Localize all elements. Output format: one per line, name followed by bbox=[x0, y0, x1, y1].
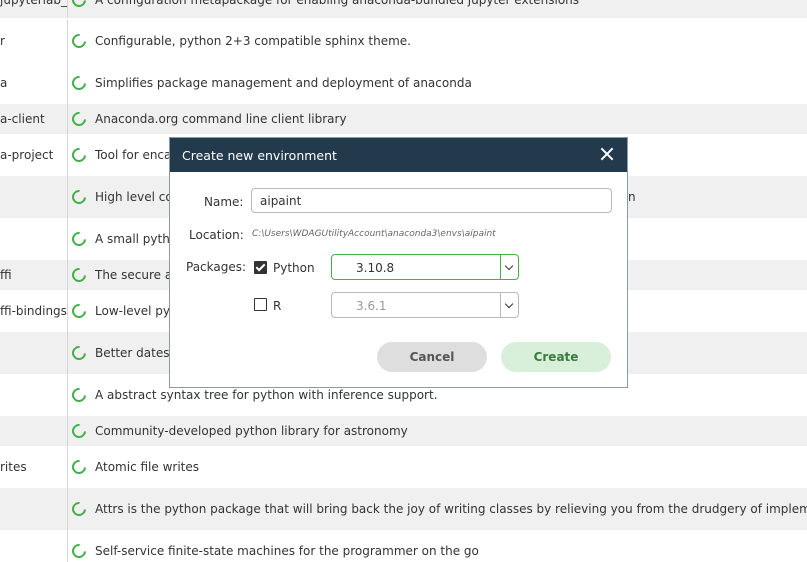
install-status-icon[interactable] bbox=[69, 229, 89, 249]
package-description: A configuration metapackage for enabling… bbox=[95, 0, 580, 7]
package-description: Better dates bbox=[95, 346, 170, 360]
chevron-down-icon bbox=[500, 293, 518, 317]
install-status-icon[interactable] bbox=[69, 31, 89, 51]
package-description: Low-level py bbox=[95, 304, 171, 318]
create-button[interactable]: Create bbox=[501, 342, 611, 372]
install-status-icon[interactable] bbox=[69, 187, 89, 207]
r-version-value: 3.6.1 bbox=[356, 299, 387, 313]
packages-label: Packages: bbox=[186, 260, 247, 274]
install-status-icon[interactable] bbox=[69, 343, 89, 363]
package-name-cell: r bbox=[0, 20, 68, 62]
name-label: Name: bbox=[204, 195, 244, 209]
location-path: C:\Users\WDAGUtilityAccount\anaconda3\en… bbox=[252, 229, 496, 239]
package-row[interactable]: Self-service finite-state machines for t… bbox=[0, 530, 807, 562]
install-status-icon[interactable] bbox=[69, 499, 89, 519]
r-version-select[interactable]: 3.6.1 bbox=[331, 292, 519, 318]
install-status-icon[interactable] bbox=[69, 0, 89, 10]
environment-name-input[interactable] bbox=[251, 188, 612, 213]
location-label: Location: bbox=[189, 228, 244, 242]
package-name-cell bbox=[0, 332, 68, 374]
package-name-cell: ffi bbox=[0, 260, 68, 290]
package-name: ffi bbox=[0, 268, 12, 282]
obscured-text-fragment: n bbox=[628, 190, 636, 204]
install-status-icon[interactable] bbox=[69, 145, 89, 165]
package-name-cell: ffi-bindings bbox=[0, 290, 68, 332]
package-description: Atomic file writes bbox=[95, 460, 199, 474]
package-row[interactable]: a-client Anaconda.org command line client… bbox=[0, 104, 807, 134]
install-status-icon[interactable] bbox=[69, 421, 89, 441]
package-row[interactable]: rites Atomic file writes bbox=[0, 446, 807, 488]
package-name: a bbox=[0, 76, 8, 90]
package-row[interactable]: a Simplifies package management and deplo… bbox=[0, 62, 807, 104]
package-name: a-client bbox=[0, 112, 45, 126]
package-name-cell bbox=[0, 530, 68, 562]
package-name: ffi-bindings bbox=[0, 304, 67, 318]
package-name: rites bbox=[0, 460, 27, 474]
package-description: Configurable, python 2+3 compatible sphi… bbox=[95, 34, 411, 48]
package-name-cell bbox=[0, 488, 68, 530]
package-description: Tool for enca bbox=[95, 148, 172, 162]
dialog-title: Create new environment bbox=[182, 148, 337, 163]
package-name-cell: a-project bbox=[0, 134, 68, 176]
install-status-icon[interactable] bbox=[69, 457, 89, 477]
package-description: Community-developed python library for a… bbox=[95, 424, 408, 438]
package-description: A abstract syntax tree for python with i… bbox=[95, 388, 438, 402]
package-row[interactable]: jupyterlab_nb_ext… A configuration metapa… bbox=[0, 0, 807, 18]
package-description: Anaconda.org command line client library bbox=[95, 112, 347, 126]
package-name: r bbox=[0, 34, 5, 48]
package-name-cell bbox=[0, 218, 68, 260]
dialog-titlebar: Create new environment bbox=[170, 138, 627, 172]
package-description: The secure a bbox=[95, 268, 173, 282]
install-status-icon[interactable] bbox=[69, 73, 89, 93]
package-row[interactable]: Community-developed python library for a… bbox=[0, 416, 807, 446]
install-status-icon[interactable] bbox=[69, 301, 89, 321]
package-name-cell bbox=[0, 416, 68, 446]
r-label: R bbox=[273, 299, 282, 313]
r-checkbox[interactable] bbox=[254, 298, 267, 311]
package-name-cell: a bbox=[0, 62, 68, 104]
python-checkbox[interactable] bbox=[254, 261, 267, 274]
close-icon[interactable] bbox=[599, 146, 615, 162]
package-name: a-project bbox=[0, 148, 54, 162]
python-label: Python bbox=[273, 261, 315, 275]
package-row[interactable]: r Configurable, python 2+3 compatible sph… bbox=[0, 20, 807, 62]
package-name-cell: jupyterlab_nb_ext… bbox=[0, 0, 68, 18]
create-environment-dialog: Create new environment Name: Location: C… bbox=[169, 137, 628, 388]
cancel-button[interactable]: Cancel bbox=[377, 342, 487, 372]
chevron-down-icon bbox=[500, 255, 518, 279]
package-description: High level co bbox=[95, 190, 173, 204]
install-status-icon[interactable] bbox=[69, 541, 89, 561]
python-version-value: 3.10.8 bbox=[356, 261, 395, 275]
package-name-cell bbox=[0, 374, 68, 416]
python-version-select[interactable]: 3.10.8 bbox=[331, 254, 519, 280]
install-status-icon[interactable] bbox=[69, 265, 89, 285]
package-name-cell: a-client bbox=[0, 104, 68, 134]
package-name: jupyterlab_nb_ext… bbox=[0, 0, 67, 7]
package-description: A small pytho bbox=[95, 232, 178, 246]
package-description: Simplifies package management and deploy… bbox=[95, 76, 472, 90]
package-name-cell: rites bbox=[0, 446, 68, 488]
package-description: Attrs is the python package that will br… bbox=[95, 502, 807, 516]
install-status-icon[interactable] bbox=[69, 385, 89, 405]
package-row[interactable]: Attrs is the python package that will br… bbox=[0, 488, 807, 530]
package-description: Self-service finite-state machines for t… bbox=[95, 544, 479, 558]
package-name-cell bbox=[0, 176, 68, 218]
install-status-icon[interactable] bbox=[69, 109, 89, 129]
